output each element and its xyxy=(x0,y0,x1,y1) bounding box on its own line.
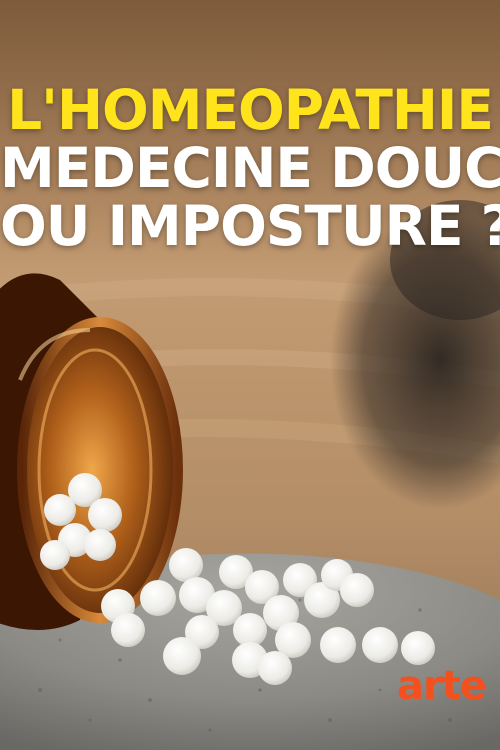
title-line-1: L'HOMEOPATHIE xyxy=(7,78,494,142)
poster: L'HOMEOPATHIE MEDECINE DOUCE OU IMPOSTUR… xyxy=(0,0,500,750)
title-line-2: MEDECINE DOUCE xyxy=(0,136,500,200)
title-line-3: OU IMPOSTURE ? xyxy=(0,194,500,258)
arte-logo: arte xyxy=(397,663,487,709)
